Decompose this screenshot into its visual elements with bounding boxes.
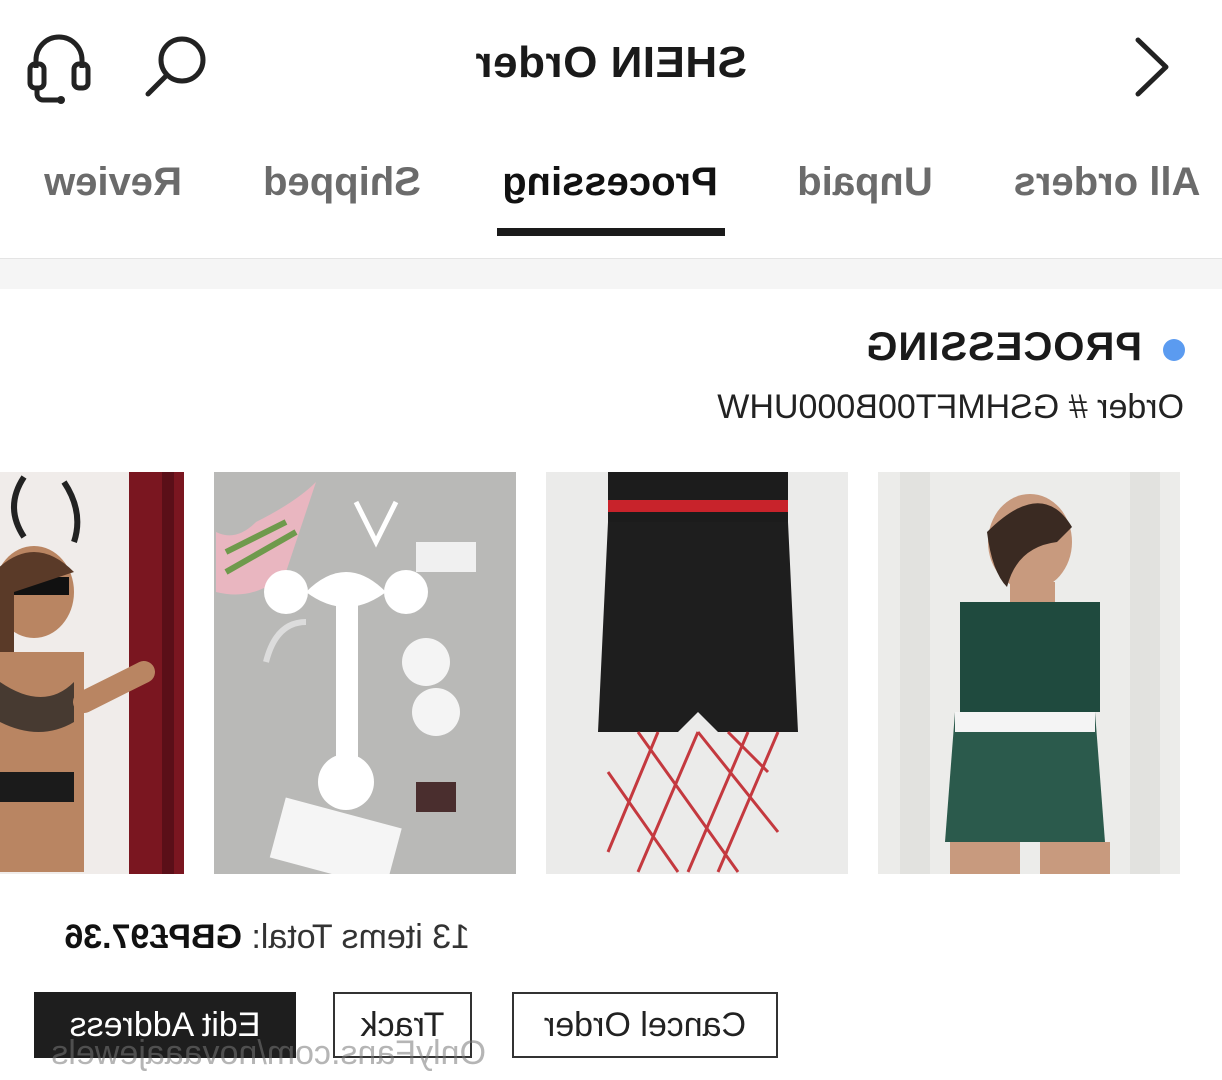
- order-number: Order # GSHMFT00B000UHW: [717, 388, 1184, 427]
- product-image: [0, 472, 184, 874]
- order-status-tabs: All orders Unpaid Processing Shipped Rev…: [0, 160, 1222, 240]
- tab-review[interactable]: Review: [38, 160, 188, 205]
- order-number-label: Order #: [1068, 388, 1184, 426]
- product-image: [878, 472, 1180, 874]
- status-dot: [1163, 339, 1185, 361]
- product-image: [546, 472, 848, 874]
- product-image: [214, 472, 516, 874]
- product-thumbnail[interactable]: [0, 472, 184, 874]
- search-button[interactable]: [142, 30, 212, 100]
- order-number-value: GSHMFT00B000UHW: [717, 388, 1060, 426]
- order-status: PROCESSING: [865, 325, 1142, 369]
- items-count-label: 13 items Total:: [251, 918, 470, 956]
- tab-processing[interactable]: Processing: [494, 160, 726, 205]
- tab-unpaid[interactable]: Unpaid: [790, 160, 940, 205]
- watermark: OnlyFans.com/novaaajewels: [51, 1034, 486, 1072]
- tab-all-orders[interactable]: All orders: [1007, 160, 1207, 205]
- cancel-order-button[interactable]: Cancel Order: [512, 992, 778, 1058]
- section-separator: [0, 259, 1222, 289]
- product-thumbnail[interactable]: [546, 472, 848, 874]
- customer-service-button[interactable]: [24, 28, 94, 104]
- headset-icon: [27, 34, 91, 104]
- active-tab-indicator: [497, 228, 725, 236]
- product-thumbnail[interactable]: [214, 472, 516, 874]
- header-bar: SHEIN Order: [0, 0, 1222, 135]
- product-thumbnail[interactable]: [878, 472, 1180, 874]
- order-total-summary: 13 items Total: GBP£97.36: [64, 918, 470, 957]
- tab-shipped[interactable]: Shipped: [256, 160, 428, 205]
- search-icon: [145, 36, 206, 97]
- order-total-value: GBP£97.36: [64, 918, 242, 956]
